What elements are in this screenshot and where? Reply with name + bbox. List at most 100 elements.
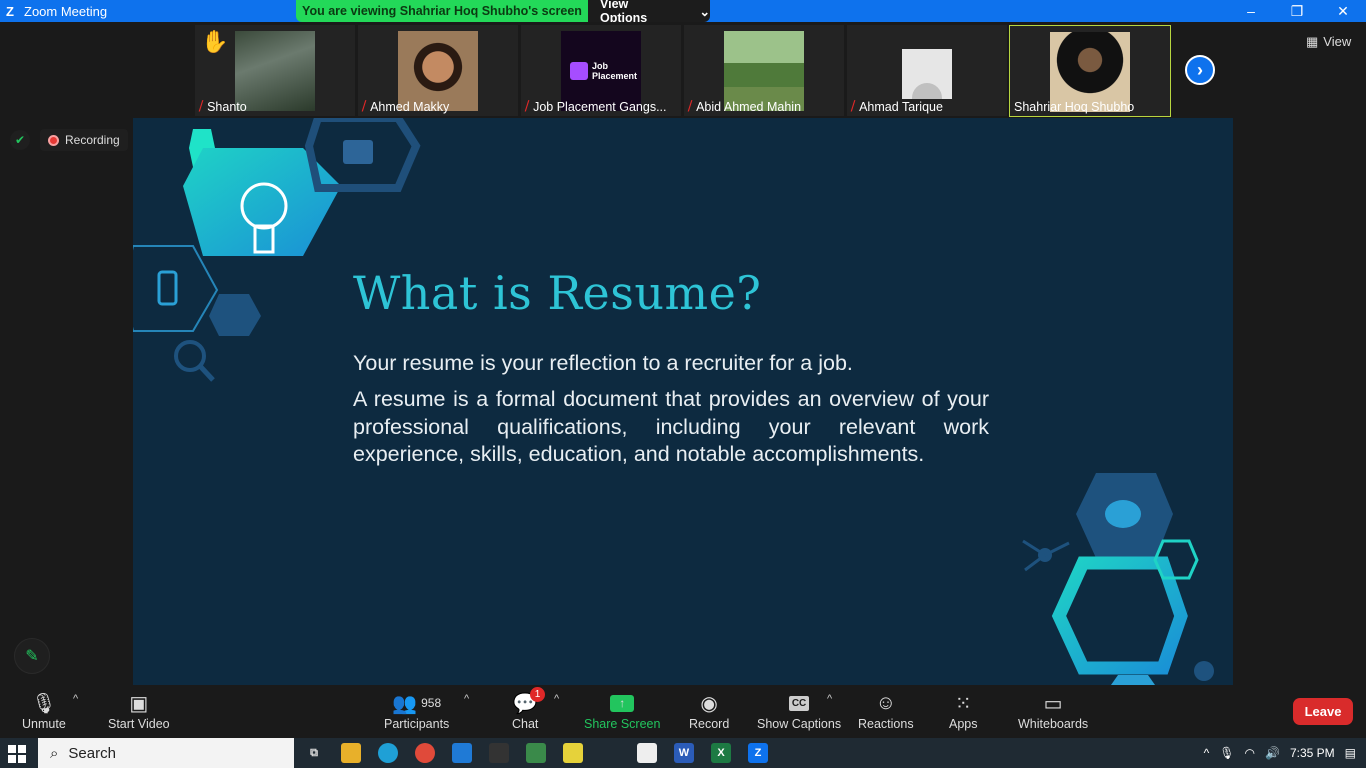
restore-button[interactable]: ❐ [1274,0,1320,22]
mic-off-icon: 🎙 [31,692,57,715]
mic-muted-icon: ⧸ [199,99,204,113]
participant-name: Ahmad Tarique [859,99,943,114]
wifi-icon[interactable]: ◠ [1245,746,1255,760]
participant-name: Abid Ahmed Mahin [696,99,802,114]
participant-name: Shahriar Hoq Shubho [1014,100,1135,114]
leave-button[interactable]: Leave [1293,698,1353,725]
record-label: Record [689,717,730,731]
next-page-button[interactable]: › [1185,55,1215,85]
lightbulb-hexagon-icon [183,148,341,256]
view-button[interactable]: ▦ View [1306,34,1351,50]
participant-tile[interactable]: ✋ ⧸ Shanto [195,25,355,116]
record-button[interactable]: ◉ Record [689,689,730,732]
participant-video [235,31,315,111]
participant-tile[interactable]: Job Placement ⧸ Job Placement Gangs... [521,25,681,116]
edge-icon[interactable] [378,743,398,763]
zoom-taskbar-icon[interactable]: Z [748,743,768,763]
reactions-icon: ☺ [875,691,896,714]
thumbs-up-icon [343,140,373,164]
grid-icon: ▦ [1306,34,1319,49]
share-screen-label: Share Screen [584,717,661,731]
viewing-message: You are viewing Shahriar Hoq Shubho's sc… [296,0,588,22]
taskbar-search[interactable]: ⌕ Search [38,738,294,768]
share-screen-button[interactable]: ↑ Share Screen [584,689,660,731]
document-icon[interactable] [637,743,657,763]
start-video-label: Start Video [108,717,170,731]
view-options-label: View Options [600,0,648,22]
whiteboards-button[interactable]: ▭ Whiteboards [1018,689,1088,732]
file-explorer-icon[interactable] [341,743,361,763]
view-options-button[interactable]: View Options ⌄ [588,0,710,22]
phone-icon [157,270,178,306]
apps-icon: ⁙ [954,692,972,715]
participant-tile[interactable]: ⧸ Ahmad Tarique [847,25,1007,116]
chat-options-caret[interactable]: ^ [554,693,559,705]
chevron-up-icon[interactable]: ^ [1204,746,1210,760]
reactions-button[interactable]: ☺ Reactions [858,689,914,732]
apps-label: Apps [949,717,978,731]
terminal-icon[interactable] [489,743,509,763]
vscode-icon[interactable] [452,743,472,763]
excel-icon[interactable]: X [711,743,731,763]
windows-start-icon[interactable] [8,745,26,763]
window-title: Zoom Meeting [24,3,108,19]
mic-muted-icon: ⧸ [688,99,693,113]
sticky-notes-icon[interactable] [563,743,583,763]
meeting-toolbar: 🎙 Unmute ^ ▣ Start Video 👥 958 Participa… [0,685,1366,738]
unmute-button[interactable]: 🎙 Unmute [22,689,66,732]
task-view-icon[interactable]: ⧉ [304,743,324,763]
word-icon[interactable]: W [674,743,694,763]
participants-icon: 👥 958 [392,692,442,715]
recording-label: Recording [65,133,120,147]
active-speaker-tile[interactable]: Shahriar Hoq Shubho [1009,25,1171,117]
notifications-icon[interactable]: ▤ [1345,746,1356,760]
participant-tile[interactable]: ⧸ Ahmed Makky [358,25,518,116]
clock[interactable]: 7:35 PM [1290,746,1335,760]
start-video-button[interactable]: ▣ Start Video [108,689,170,732]
default-avatar-icon [902,49,952,99]
participants-button[interactable]: 👥 958 Participants [384,689,449,732]
window-controls: – ❐ ✕ [1228,0,1366,22]
unmute-label: Unmute [22,717,66,731]
chat-badge: 1 [530,687,545,702]
microphone-icon[interactable]: 🎙 [1219,746,1234,760]
apps-button[interactable]: ⁙ Apps [949,689,978,732]
close-button[interactable]: ✕ [1320,0,1366,22]
captions-options-caret[interactable]: ^ [827,693,832,705]
chat-button[interactable]: 💬 Chat 1 [512,687,545,731]
logo-text: Job Placement [592,61,638,81]
slide-line-2: A resume is a formal document that provi… [353,387,989,466]
chevron-down-icon: ⌄ [699,4,710,19]
record-icon: ◉ [700,692,718,715]
view-label: View [1323,34,1352,49]
mic-muted-icon: ⧸ [525,99,530,113]
participant-name: Job Placement Gangs... [533,99,667,114]
participants-count: 958 [421,696,442,710]
zoom-logo-icon: Z [6,3,14,19]
audio-options-caret[interactable]: ^ [73,693,78,705]
shared-screen-slide: What is Resume? Your resume is your refl… [133,118,1233,685]
chevron-right-icon: › [1197,59,1203,80]
slide-title: What is Resume? [353,266,762,320]
volume-icon[interactable]: 🔊 [1265,746,1280,760]
windows-taskbar: ⌕ Search ⧉ W X Z ^ 🎙 ◠ 🔊 7:35 PM ▤ [0,738,1366,768]
show-captions-label: Show Captions [757,717,842,731]
recording-dot-icon [48,134,59,146]
security-shield-icon[interactable]: ✔ [10,130,30,150]
participant-name: Shanto [207,99,247,114]
recording-indicator[interactable]: Recording [40,129,128,151]
share-screen-icon: ↑ [610,694,635,712]
participants-options-caret[interactable]: ^ [464,693,469,705]
chat-label: Chat [512,717,539,731]
pencil-icon: ✎ [25,648,39,665]
chat-bubble-icon [1105,500,1141,528]
screen-share-banner: You are viewing Shahriar Hoq Shubho's sc… [296,0,710,22]
minimize-button[interactable]: – [1228,0,1274,22]
participant-tile[interactable]: ⧸ Abid Ahmed Mahin [684,25,844,116]
chrome-icon[interactable] [415,743,435,763]
small-dark-hexagon-icon [209,294,261,336]
app-icon[interactable] [526,743,546,763]
system-tray: ^ 🎙 ◠ 🔊 7:35 PM ▤ [1204,738,1366,768]
magnifier-icon [174,340,206,372]
annotate-pencil-button[interactable]: ✎ [14,638,50,674]
